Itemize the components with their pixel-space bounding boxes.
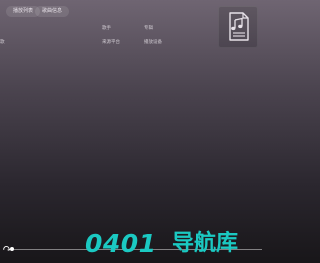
music-sheet-icon: [229, 12, 249, 41]
artist-label: 歌手: [102, 26, 111, 31]
album-cover: [218, 6, 258, 48]
watermark-text: 导航库: [172, 231, 239, 256]
progress-knob[interactable]: [10, 247, 14, 251]
watermark-digits: 0401: [85, 229, 157, 258]
song-info-button[interactable]: 歌曲信息: [35, 6, 70, 17]
album-label: 专辑: [144, 26, 153, 31]
watermark-logo: 0401 导航库: [85, 230, 263, 260]
play-device-label: 播放设备: [144, 40, 162, 45]
song-label: 歌: [0, 40, 5, 45]
source-platform-label: 来源平台: [102, 40, 120, 45]
